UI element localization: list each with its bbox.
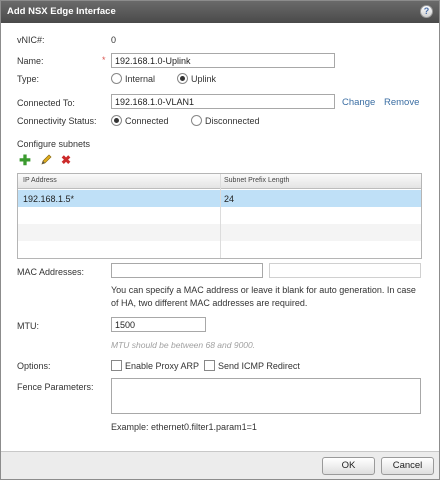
send-icmp-redirect-checkbox[interactable] — [204, 360, 215, 371]
name-label: Name: — [17, 56, 44, 66]
fence-parameters-label: Fence Parameters: — [17, 382, 94, 392]
mtu-label: MTU: — [17, 321, 39, 331]
ok-button[interactable]: OK — [322, 457, 375, 475]
remove-link[interactable]: Remove — [384, 97, 419, 108]
enable-proxy-arp-label: Enable Proxy ARP — [125, 361, 200, 371]
name-input[interactable]: 192.168.1.0-Uplink — [111, 53, 335, 68]
connected-label: Connected — [125, 116, 169, 126]
add-nsx-edge-interface-dialog: Add NSX Edge Interface ? vNIC#: 0 Name: … — [0, 0, 440, 480]
mac-address-help-text: You can specify a MAC address or leave i… — [111, 285, 416, 308]
type-uplink-radio[interactable] — [177, 73, 188, 84]
mac-address-2-input[interactable] — [269, 263, 421, 278]
type-uplink-label: Uplink — [191, 74, 217, 84]
options-label: Options: — [17, 361, 51, 371]
disconnected-radio[interactable] — [191, 115, 202, 126]
mtu-input[interactable]: 1500 — [111, 317, 206, 332]
connected-to-label: Connected To: — [17, 98, 75, 108]
type-internal-radio[interactable] — [111, 73, 122, 84]
add-icon[interactable]: ✚ — [19, 153, 31, 167]
configure-subnets-heading: Configure subnets — [17, 139, 91, 149]
column-header-ip-address[interactable]: IP Address — [23, 177, 57, 184]
vnic-value: 0 — [111, 35, 117, 45]
ip-address-cell: 192.168.1.5* — [23, 194, 75, 204]
send-icmp-redirect-label: Send ICMP Redirect — [218, 361, 300, 371]
mac-addresses-label: MAC Addresses: — [17, 267, 85, 277]
cancel-button[interactable]: Cancel — [381, 457, 434, 475]
column-header-subnet-prefix-length[interactable]: Subnet Prefix Length — [224, 177, 289, 184]
edit-icon[interactable] — [40, 154, 52, 166]
fence-parameters-textarea[interactable] — [111, 378, 421, 414]
type-label: Type: — [17, 74, 40, 84]
dialog-title: Add NSX Edge Interface — [7, 6, 116, 17]
required-mark: * — [102, 55, 106, 65]
type-internal-label: Internal — [125, 74, 156, 84]
vnic-label: vNIC#: — [17, 35, 45, 45]
dialog-footer: OK Cancel — [1, 451, 439, 479]
fence-parameters-example: Example: ethernet0.filter1.param1=1 — [111, 422, 257, 432]
subnets-table[interactable]: IP Address Subnet Prefix Length 192.168.… — [17, 173, 422, 259]
connected-radio[interactable] — [111, 115, 122, 126]
connectivity-status-label: Connectivity Status: — [17, 116, 97, 126]
column-divider — [220, 174, 221, 258]
dialog-title-bar: Add NSX Edge Interface ? — [1, 1, 439, 23]
prefix-length-cell: 24 — [224, 194, 235, 204]
delete-icon[interactable]: ✖ — [60, 154, 72, 166]
enable-proxy-arp-checkbox[interactable] — [111, 360, 122, 371]
connected-to-input[interactable]: 192.168.1.0-VLAN1 — [111, 94, 335, 109]
disconnected-label: Disconnected — [205, 116, 260, 126]
mtu-hint: MTU should be between 68 and 9000. — [111, 340, 256, 350]
mac-address-1-input[interactable] — [111, 263, 263, 278]
change-link[interactable]: Change — [342, 97, 375, 108]
help-icon[interactable]: ? — [420, 5, 433, 18]
